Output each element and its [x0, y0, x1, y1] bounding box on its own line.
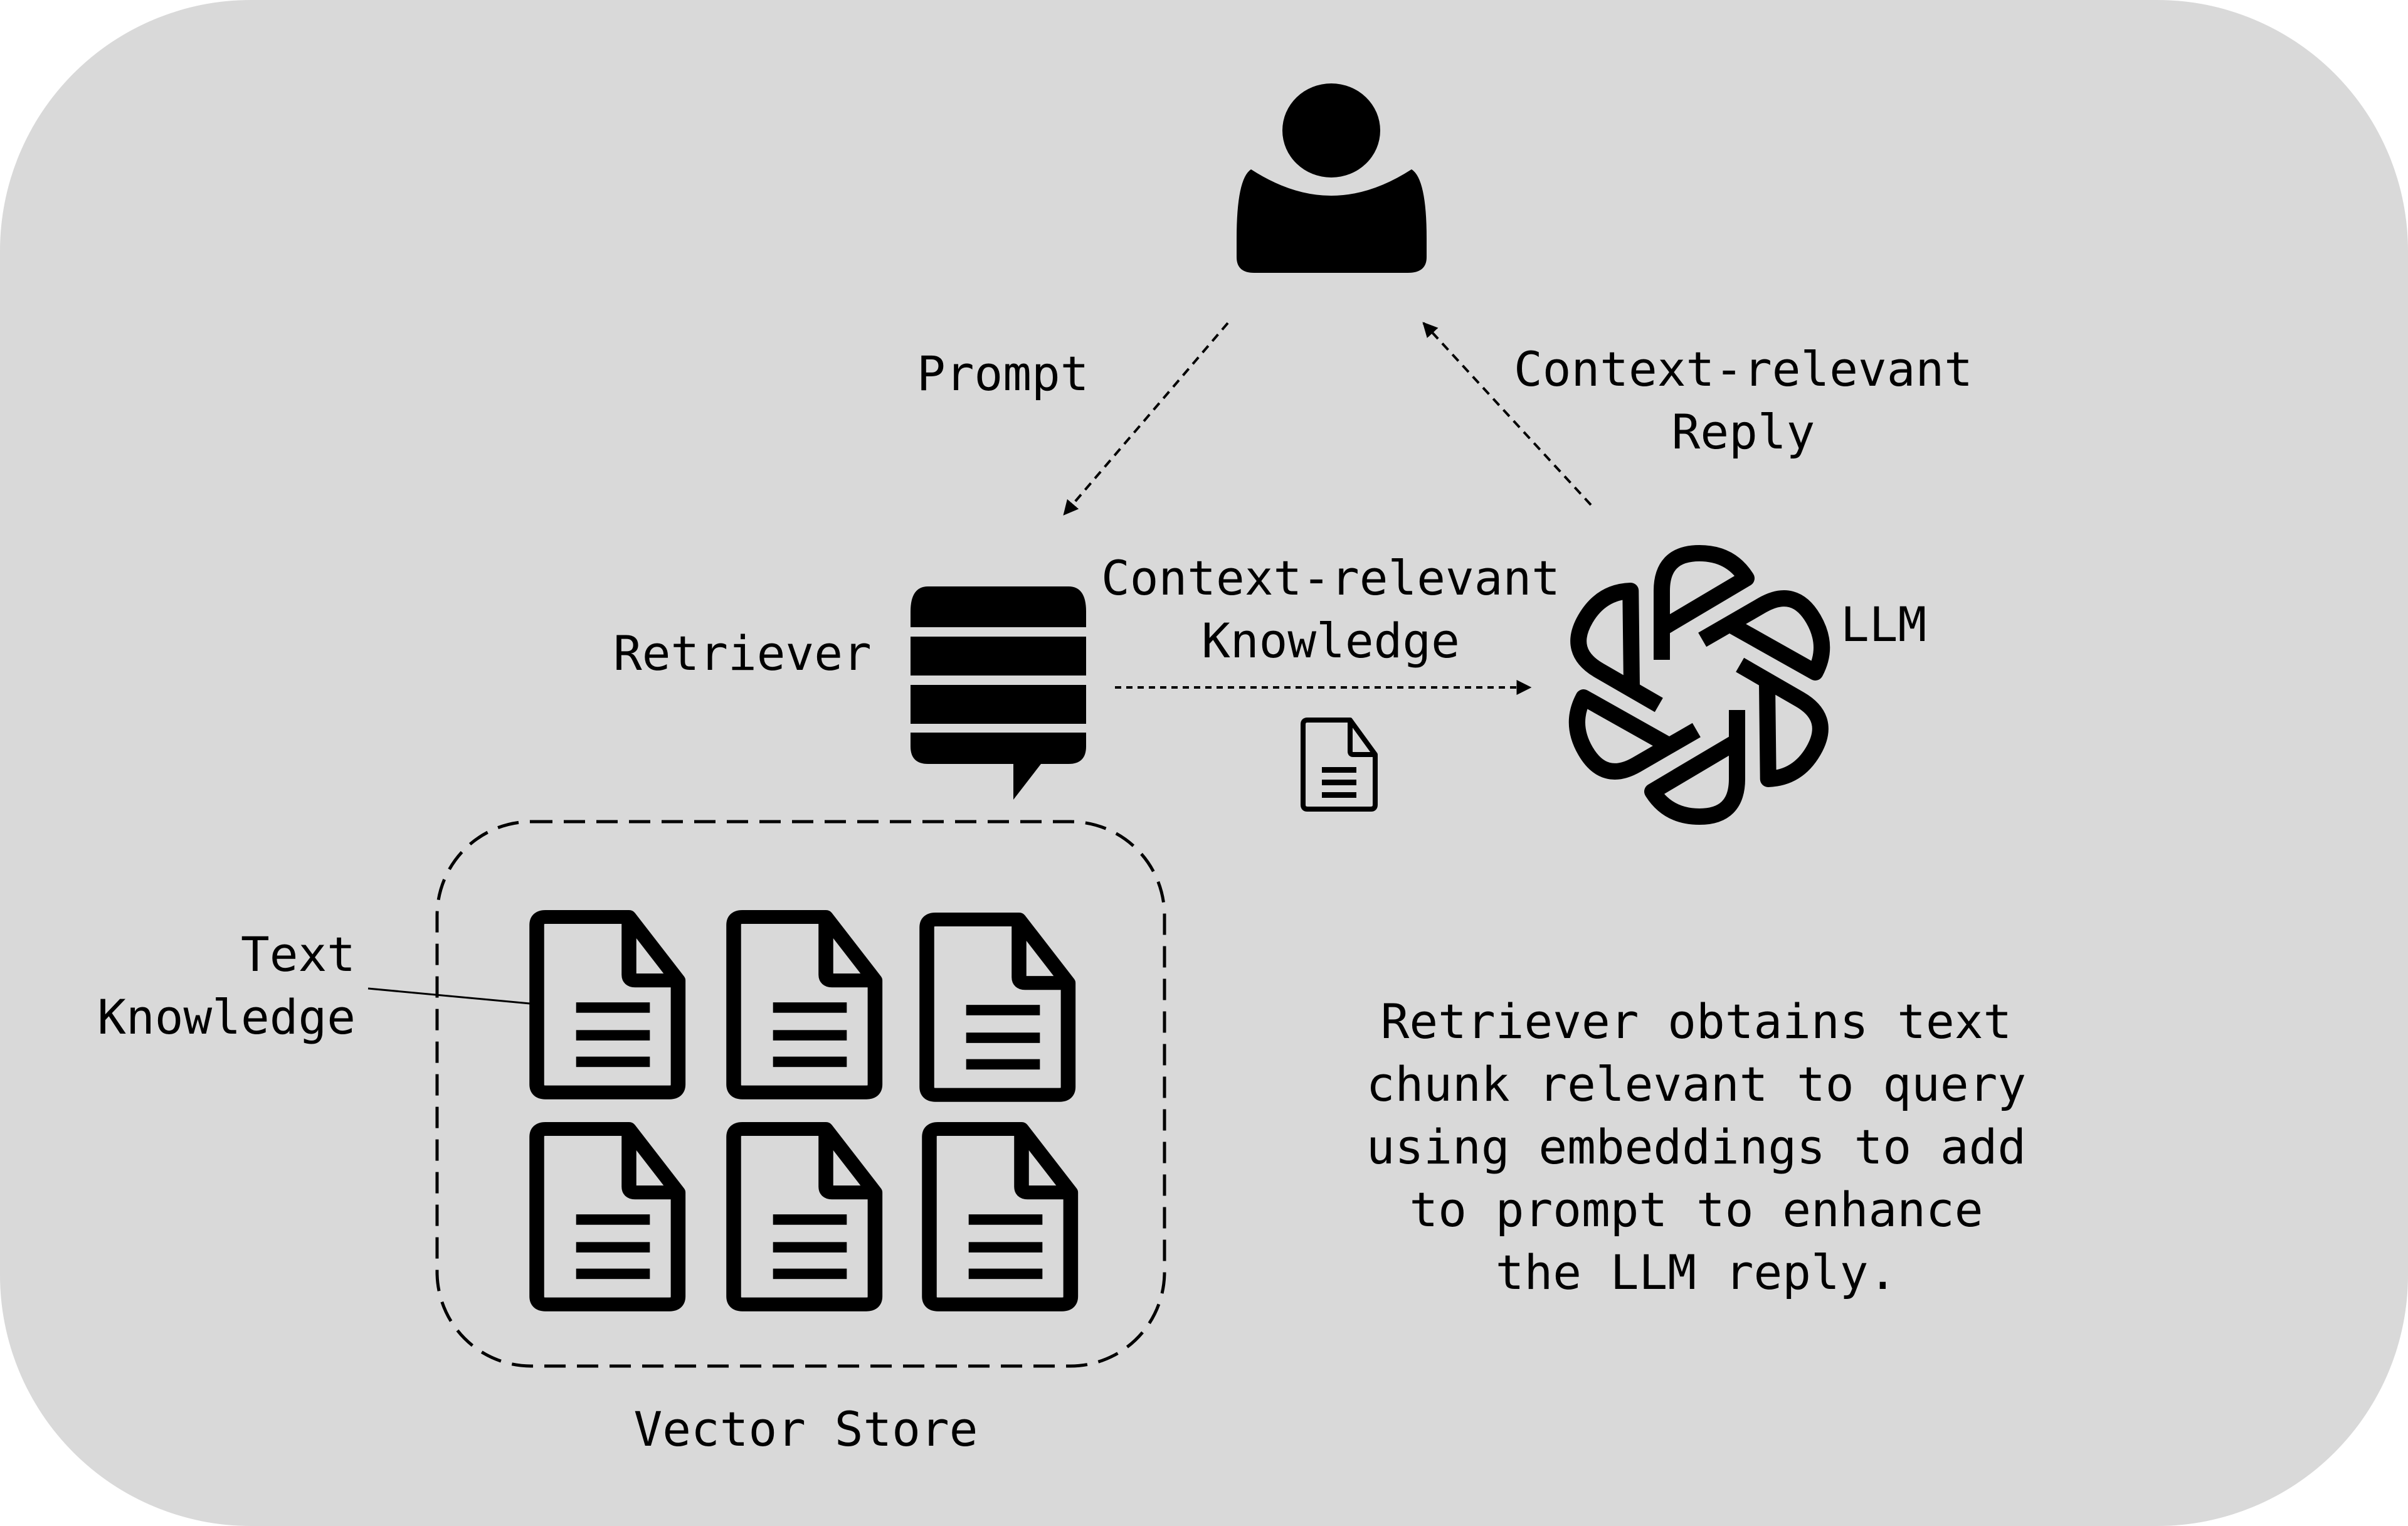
text-knowledge-label-line-2: Knowledge — [97, 989, 356, 1045]
knowledge-label-line-1: Context-relevant — [1101, 550, 1560, 606]
background-panel — [0, 0, 2408, 1526]
description-line: the LLM reply. — [1496, 1244, 1898, 1300]
reply-label-line-1: Context-relevant — [1514, 341, 1973, 397]
prompt-label: Prompt — [917, 346, 1089, 401]
rag-diagram: Prompt Context-relevant Reply Retriever … — [0, 0, 2408, 1526]
description-line: to prompt to enhance — [1409, 1182, 1983, 1237]
reply-label-line-2: Reply — [1672, 404, 1815, 460]
text-knowledge-label-line-1: Text — [241, 926, 356, 982]
description-line: Retriever obtains text — [1381, 993, 2012, 1049]
description-line: chunk relevant to query — [1366, 1056, 2026, 1112]
knowledge-label-line-2: Knowledge — [1201, 613, 1460, 669]
description-line: using embeddings to add — [1366, 1119, 2026, 1175]
llm-label: LLM — [1840, 596, 1926, 652]
vector-store-label: Vector Store — [633, 1401, 978, 1457]
retriever-label: Retriever — [613, 625, 872, 681]
